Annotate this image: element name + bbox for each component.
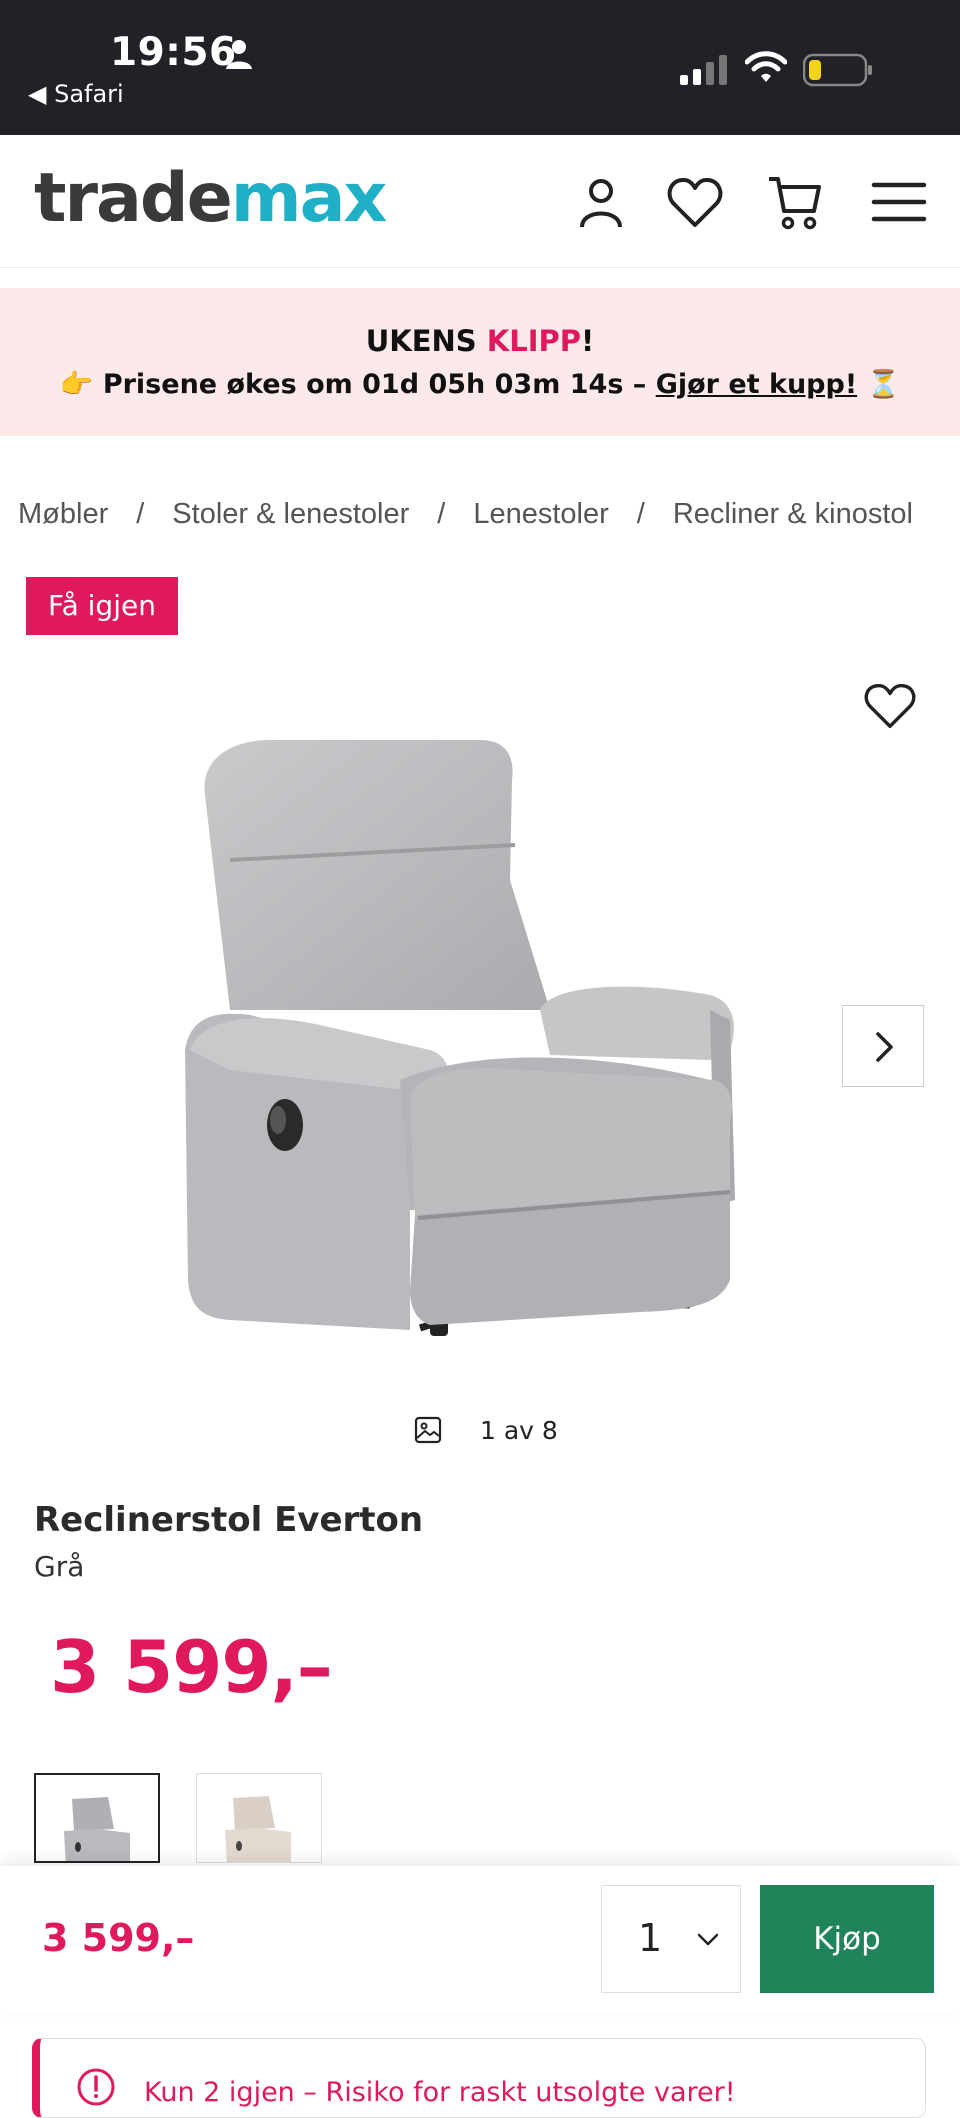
next-image-button[interactable] [842, 1005, 924, 1087]
buy-button[interactable]: Kjøp [760, 1885, 934, 1993]
quantity-select[interactable]: 1 [601, 1885, 741, 1993]
breadcrumb-separator: / [437, 498, 446, 530]
chevron-down-icon [697, 1933, 719, 1946]
pointing-hand-emoji: 👉 [59, 369, 94, 400]
stock-badge: Få igjen [26, 577, 178, 635]
product-image-recliner[interactable] [170, 720, 790, 1370]
product-price: 3 599,– [50, 1625, 333, 1709]
promo-title-highlight: KLIPP [486, 324, 582, 358]
image-counter-text: 1 av 8 [480, 1416, 558, 1445]
breadcrumb: Møbler / Stoler & lenestoler / Lenestoler / Re… [18, 498, 913, 531]
breadcrumb-separator: / [636, 498, 645, 530]
variant-thumb-gray[interactable] [34, 1773, 160, 1863]
product-title: Reclinerstol Everton [34, 1500, 424, 1540]
image-icon [414, 1416, 442, 1444]
trademax-logo[interactable]: trademax [34, 165, 387, 233]
site-header: trademax [0, 135, 960, 268]
hourglass-emoji: ⏳ [866, 369, 901, 400]
hamburger-menu-icon[interactable] [870, 173, 928, 231]
variant-thumb-beige[interactable] [196, 1773, 322, 1863]
countdown-text: Prisene økes om 01d 05h 03m 14s – [102, 369, 656, 400]
person-icon [226, 40, 252, 69]
chevron-right-icon [876, 1032, 893, 1062]
breadcrumb-item-stoler[interactable]: Stoler & lenestoler [172, 498, 409, 530]
cart-icon[interactable] [766, 173, 824, 231]
buybar-price: 3 599,– [42, 1916, 195, 1960]
sticky-buy-bar: 3 599,– 1 Kjøp [0, 1866, 960, 2014]
breadcrumb-item-lenestoler[interactable]: Lenestoler [473, 498, 608, 530]
wishlist-icon[interactable] [666, 173, 724, 231]
promo-title: UKENS KLIPP! [0, 324, 960, 358]
battery-icon [803, 53, 872, 87]
wifi-icon [745, 51, 787, 82]
recliner-beige-thumbnail [225, 1796, 291, 1862]
promo-title-prefix: UKENS [365, 324, 487, 358]
breadcrumb-item-moebler[interactable]: Møbler [18, 498, 108, 530]
promo-banner: UKENS KLIPP! 👉 Prisene økes om 01d 05h 0… [0, 288, 960, 436]
logo-text-trade: trade [34, 159, 233, 238]
breadcrumb-separator: / [136, 498, 145, 530]
promo-title-suffix: ! [581, 324, 595, 358]
recliner-gray-thumbnail [64, 1797, 130, 1861]
alert-icon [77, 2068, 115, 2106]
promo-link[interactable]: Gjør et kupp! [656, 369, 857, 400]
low-stock-text: Kun 2 igjen – Risiko for raskt utsolgte … [144, 2077, 736, 2108]
breadcrumb-item-recliner[interactable]: Recliner & kinostol [673, 498, 913, 530]
back-to-safari[interactable]: ◀ Safari [28, 80, 124, 108]
product-variant: Grå [34, 1550, 85, 1583]
low-stock-notice: Kun 2 igjen – Risiko for raskt utsolgte … [32, 2038, 926, 2118]
promo-countdown: 👉 Prisene økes om 01d 05h 03m 14s – Gjør… [0, 368, 960, 400]
status-bar: 19:56 ◀ Safari [0, 0, 960, 135]
add-to-wishlist-icon[interactable] [862, 678, 918, 734]
account-icon[interactable] [572, 173, 630, 231]
status-time: 19:56 [110, 30, 237, 75]
logo-text-max: max [230, 159, 388, 238]
cellular-signal-icon [680, 55, 727, 85]
quantity-value: 1 [638, 1916, 663, 1960]
